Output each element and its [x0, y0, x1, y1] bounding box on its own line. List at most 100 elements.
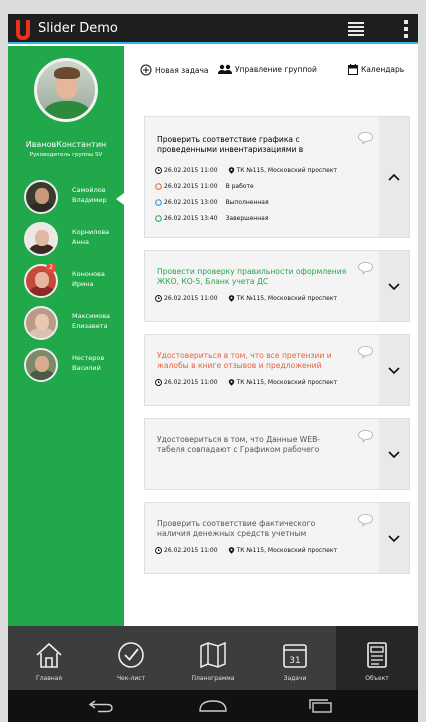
task-title: Удостовериться в том, что все претензии …: [157, 351, 332, 370]
expand-toggle[interactable]: [379, 419, 409, 489]
app-title: Slider Demo: [38, 21, 118, 36]
member-second-line: Василий: [72, 364, 101, 372]
task-card[interactable]: Провести проверку правильности оформлени…: [144, 250, 410, 322]
nav-checklist[interactable]: Чек-лист: [90, 626, 172, 690]
clock-icon: [155, 547, 162, 554]
collapse-toggle[interactable]: [379, 117, 409, 237]
task-datetime: 26.02.2015 11:00: [164, 167, 218, 174]
owner-avatar[interactable]: [34, 58, 98, 122]
member-item[interactable]: Самойлов Владимир: [24, 180, 124, 216]
location-pin-icon: [228, 547, 234, 554]
task-datetime: 26.02.2015 11:00: [164, 295, 218, 302]
system-navigation-bar: [8, 690, 418, 722]
document-icon: [367, 642, 387, 668]
member-item[interactable]: 2 Кононова Ирина: [24, 263, 124, 300]
member-item[interactable]: Корнилова Анна: [24, 222, 124, 258]
location-pin-icon: [228, 295, 234, 302]
list-view-icon[interactable]: [348, 22, 364, 36]
nav-label: Чек-лист: [116, 675, 146, 682]
calendar-icon: [348, 64, 358, 75]
nav-label: Объект: [365, 675, 389, 682]
task-toolbar: Новая задача Управление группой Календар…: [124, 46, 418, 80]
owner-role: Руководитель группы SV: [29, 152, 103, 158]
chevron-up-icon: [388, 173, 400, 181]
clock-icon: [155, 167, 162, 174]
calendar-label: Календарь: [361, 65, 405, 74]
member-second-line: Ирина: [72, 280, 94, 288]
status-label: Выполненная: [225, 199, 269, 206]
comment-icon[interactable]: [357, 513, 374, 527]
notification-badge: 2: [46, 263, 56, 273]
status-ring-icon: [155, 215, 162, 222]
task-location: ТК №115, Московский проспект: [236, 167, 337, 174]
member-avatar: [24, 180, 58, 214]
app-logo-icon: [16, 20, 30, 40]
task-datetime: 26.02.2015 11:00: [164, 547, 218, 554]
nav-planogram[interactable]: Планограмма: [172, 626, 254, 690]
status-label: В работе: [225, 183, 254, 190]
overflow-menu-icon[interactable]: [404, 20, 408, 38]
task-meta: 26.02.2015 11:00 ТК №115, Московский про…: [155, 547, 337, 554]
back-icon[interactable]: [88, 699, 114, 713]
member-second-line: Елизавета: [72, 322, 108, 330]
manage-group-label: Управление группой: [235, 64, 317, 74]
team-sidebar: ИвановКонстантин Руководитель группы SV …: [8, 46, 124, 626]
group-icon: [218, 64, 232, 74]
home-button-icon[interactable]: [198, 699, 228, 713]
manage-group-button[interactable]: Управление группой: [218, 64, 317, 74]
add-circle-icon: [140, 64, 152, 76]
comment-icon[interactable]: [357, 429, 374, 443]
chevron-down-icon: [388, 283, 400, 291]
status-history-row: 26.02.2015 11:00 В работе: [155, 183, 254, 190]
nav-home[interactable]: Главная: [8, 626, 90, 690]
comment-icon[interactable]: [357, 131, 374, 145]
task-location: ТК №115, Московский проспект: [236, 547, 337, 554]
nav-tasks[interactable]: 31 Задачи: [254, 626, 336, 690]
calendar-day-number: 31: [289, 656, 300, 666]
task-card[interactable]: Проверить соответствие графика с проведе…: [144, 116, 410, 238]
expand-toggle[interactable]: [379, 335, 409, 405]
status-label: Завершенная: [225, 215, 269, 222]
member-second-line: Владимир: [72, 196, 107, 204]
member-item[interactable]: Нестеров Василий: [24, 348, 124, 384]
action-bar: Slider Demo: [8, 14, 418, 44]
chevron-down-icon: [388, 535, 400, 543]
chevron-down-icon: [388, 451, 400, 459]
member-avatar: [24, 222, 58, 256]
home-icon: [36, 642, 62, 668]
task-card[interactable]: Проверить соответствие фактического нали…: [144, 502, 410, 574]
check-circle-icon: [118, 642, 144, 668]
task-card[interactable]: Удостовериться в том, что все претензии …: [144, 334, 410, 406]
nav-object[interactable]: Объект: [336, 626, 418, 690]
member-first-line: Кононова: [72, 270, 105, 278]
bottom-navigation: Главная Чек-лист Планограмма 31 Задачи О…: [8, 626, 418, 690]
new-task-button[interactable]: Новая задача: [140, 64, 209, 76]
expand-toggle[interactable]: [379, 503, 409, 573]
task-location: ТК №115, Московский проспект: [236, 379, 337, 386]
calendar-icon: 31: [283, 644, 307, 668]
task-meta: 26.02.2015 11:00 ТК №115, Московский про…: [155, 295, 337, 302]
comment-icon[interactable]: [357, 261, 374, 275]
comment-icon[interactable]: [357, 345, 374, 359]
expand-toggle[interactable]: [379, 251, 409, 321]
location-pin-icon: [228, 167, 234, 174]
screen-frame: Slider Demo ИвановКонстантин Руководител…: [0, 0, 426, 722]
status-datetime: 26.02.2015 11:00: [164, 183, 218, 190]
task-title: Проверить соответствие графика с проведе…: [157, 135, 304, 154]
task-card[interactable]: Удостовериться в том, что Данные WEB-таб…: [144, 418, 410, 490]
nav-label: Планограмма: [191, 675, 235, 682]
clock-icon: [155, 379, 162, 386]
status-datetime: 26.02.2015 13:00: [164, 199, 218, 206]
member-avatar: [24, 306, 58, 340]
member-item[interactable]: Максимова Елизавета: [24, 306, 124, 342]
new-task-label: Новая задача: [155, 65, 209, 75]
task-title: Проверить соответствие фактического нали…: [157, 519, 316, 538]
recent-apps-icon[interactable]: [308, 699, 334, 713]
member-second-line: Анна: [72, 238, 89, 246]
member-first-line: Самойлов: [72, 186, 106, 194]
member-first-line: Корнилова: [72, 228, 110, 236]
task-meta: 26.02.2015 11:00 ТК №115, Московский про…: [155, 379, 337, 386]
member-first-line: Максимова: [72, 312, 111, 320]
calendar-button[interactable]: Календарь: [348, 64, 404, 75]
map-icon: [200, 641, 226, 669]
